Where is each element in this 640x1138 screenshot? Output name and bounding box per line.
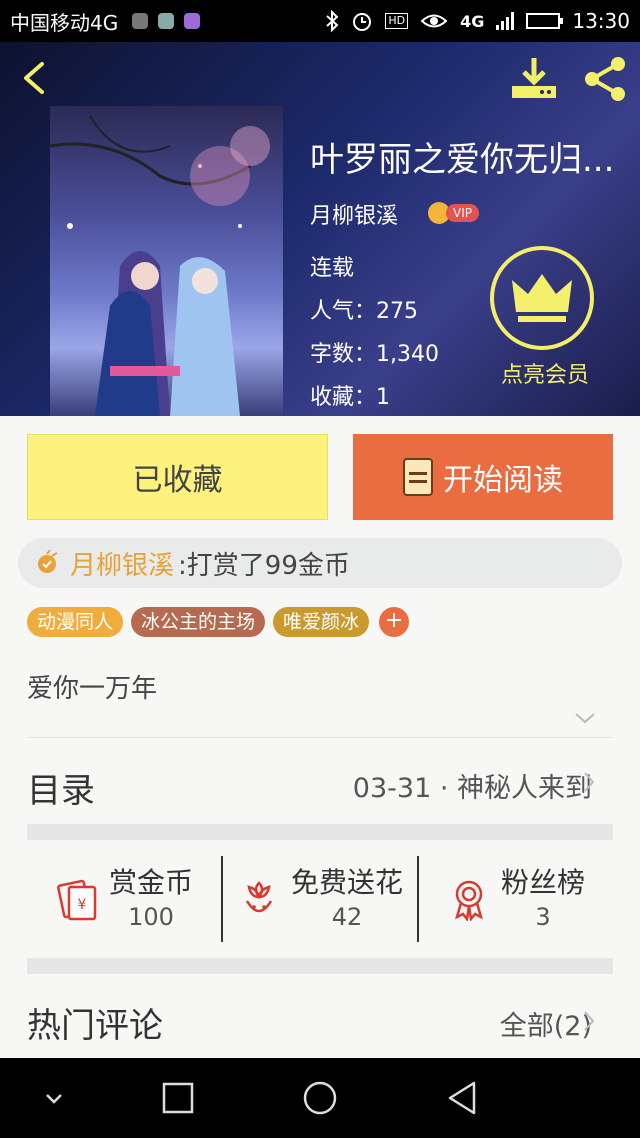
chevron-down-icon[interactable] xyxy=(34,1078,74,1118)
vip-label: VIP xyxy=(446,204,479,222)
book-author[interactable]: 月柳银溪 xyxy=(310,202,398,232)
back-nav-icon[interactable] xyxy=(442,1078,482,1118)
notification-icon xyxy=(158,13,175,29)
fan-ranking-stat[interactable]: 粉丝榜 3 xyxy=(417,856,613,942)
reward-text: :打赏了99金币 xyxy=(178,550,350,581)
book-favorites: 收藏：1 xyxy=(310,385,390,410)
tag-list: 动漫同人 冰公主的主场 唯爱颜冰 + xyxy=(27,607,410,637)
member-button[interactable] xyxy=(490,246,594,350)
reward-coins-stat[interactable]: ¥ 赏金币 100 xyxy=(27,856,221,942)
book-status: 连载 xyxy=(310,256,355,281)
book-header: 叶罗丽之爱你无归... 月柳银溪 VIP 连载 人气：275 字数：1,340 … xyxy=(0,42,640,416)
network-type: 4G xyxy=(460,11,485,31)
medal-icon xyxy=(455,880,483,921)
chevron-down-icon[interactable] xyxy=(574,710,596,726)
coin-toss-icon xyxy=(38,550,58,573)
gallery-icon xyxy=(184,13,201,29)
carrier-label: 中国移动4G xyxy=(10,10,119,35)
status-bar: 中国移动4G HD 4G 13:30 xyxy=(0,0,640,42)
all-comments-link[interactable]: 全部(2) xyxy=(500,1004,592,1043)
stat-value: 3 xyxy=(535,903,551,931)
home-icon[interactable] xyxy=(300,1078,340,1118)
member-label[interactable]: 点亮会员 xyxy=(470,357,620,389)
latest-chapter[interactable]: 03-31 · 神秘人来到 xyxy=(353,766,592,805)
reward-banner[interactable]: 月柳银溪 :打赏了99金币 xyxy=(18,538,622,588)
alarm-icon xyxy=(353,13,372,31)
stat-value: 42 xyxy=(331,903,363,931)
bluetooth-icon xyxy=(326,10,339,32)
collected-button[interactable]: 已收藏 xyxy=(27,434,328,520)
clock: 13:30 xyxy=(572,9,630,33)
battery-icon xyxy=(526,13,564,29)
stat-label: 免费送花 xyxy=(290,866,403,899)
stat-label: 赏金币 xyxy=(108,866,193,899)
eye-icon xyxy=(420,14,448,28)
share-icon[interactable] xyxy=(580,54,630,104)
book-icon xyxy=(403,458,433,496)
start-reading-label: 开始阅读 xyxy=(443,463,563,498)
recent-apps-icon[interactable] xyxy=(158,1078,198,1118)
book-word-count: 字数：1,340 xyxy=(310,342,439,367)
book-cover[interactable] xyxy=(50,106,283,416)
send-flower-stat[interactable]: 免费送花 42 xyxy=(221,856,417,942)
stat-value: 100 xyxy=(128,903,174,931)
chevron-right-icon[interactable] xyxy=(582,1009,596,1033)
chevron-right-icon[interactable] xyxy=(582,770,596,794)
stat-label: 粉丝榜 xyxy=(500,866,585,899)
start-reading-button[interactable]: 开始阅读 xyxy=(353,434,613,520)
reward-user[interactable]: 月柳银溪 xyxy=(70,545,174,582)
red-envelope-icon: ¥ xyxy=(57,879,97,921)
hot-comments-label: 热门评论 xyxy=(27,1006,163,1046)
cover-illustration xyxy=(50,115,270,416)
crown-icon xyxy=(512,274,572,322)
section-separator xyxy=(27,958,613,974)
section-separator xyxy=(27,824,613,840)
stats-row: ¥ 赏金币 100 免费送花 42 粉丝榜 3 xyxy=(27,856,613,942)
signal-icon xyxy=(496,12,515,30)
flower-icon xyxy=(245,881,273,913)
add-tag-button[interactable]: + xyxy=(379,607,410,637)
divider xyxy=(27,737,613,738)
system-nav-bar xyxy=(0,1058,640,1138)
tag-item[interactable]: 冰公主的主场 xyxy=(131,607,266,637)
hd-icon: HD xyxy=(385,13,409,29)
tag-item[interactable]: 唯爱颜冰 xyxy=(273,607,370,637)
notification-icons xyxy=(132,13,201,29)
book-title: 叶罗丽之爱你无归... xyxy=(310,140,615,180)
svg-text:¥: ¥ xyxy=(78,897,87,913)
book-popularity: 人气：275 xyxy=(310,299,418,324)
download-icon[interactable] xyxy=(508,56,560,102)
notification-icon xyxy=(132,13,149,29)
vip-badge: VIP xyxy=(428,202,479,224)
tag-item[interactable]: 动漫同人 xyxy=(27,607,124,637)
toc-label[interactable]: 目录 xyxy=(27,763,95,812)
back-icon[interactable] xyxy=(14,58,54,98)
book-intro: 爱你一万年 xyxy=(27,674,158,704)
